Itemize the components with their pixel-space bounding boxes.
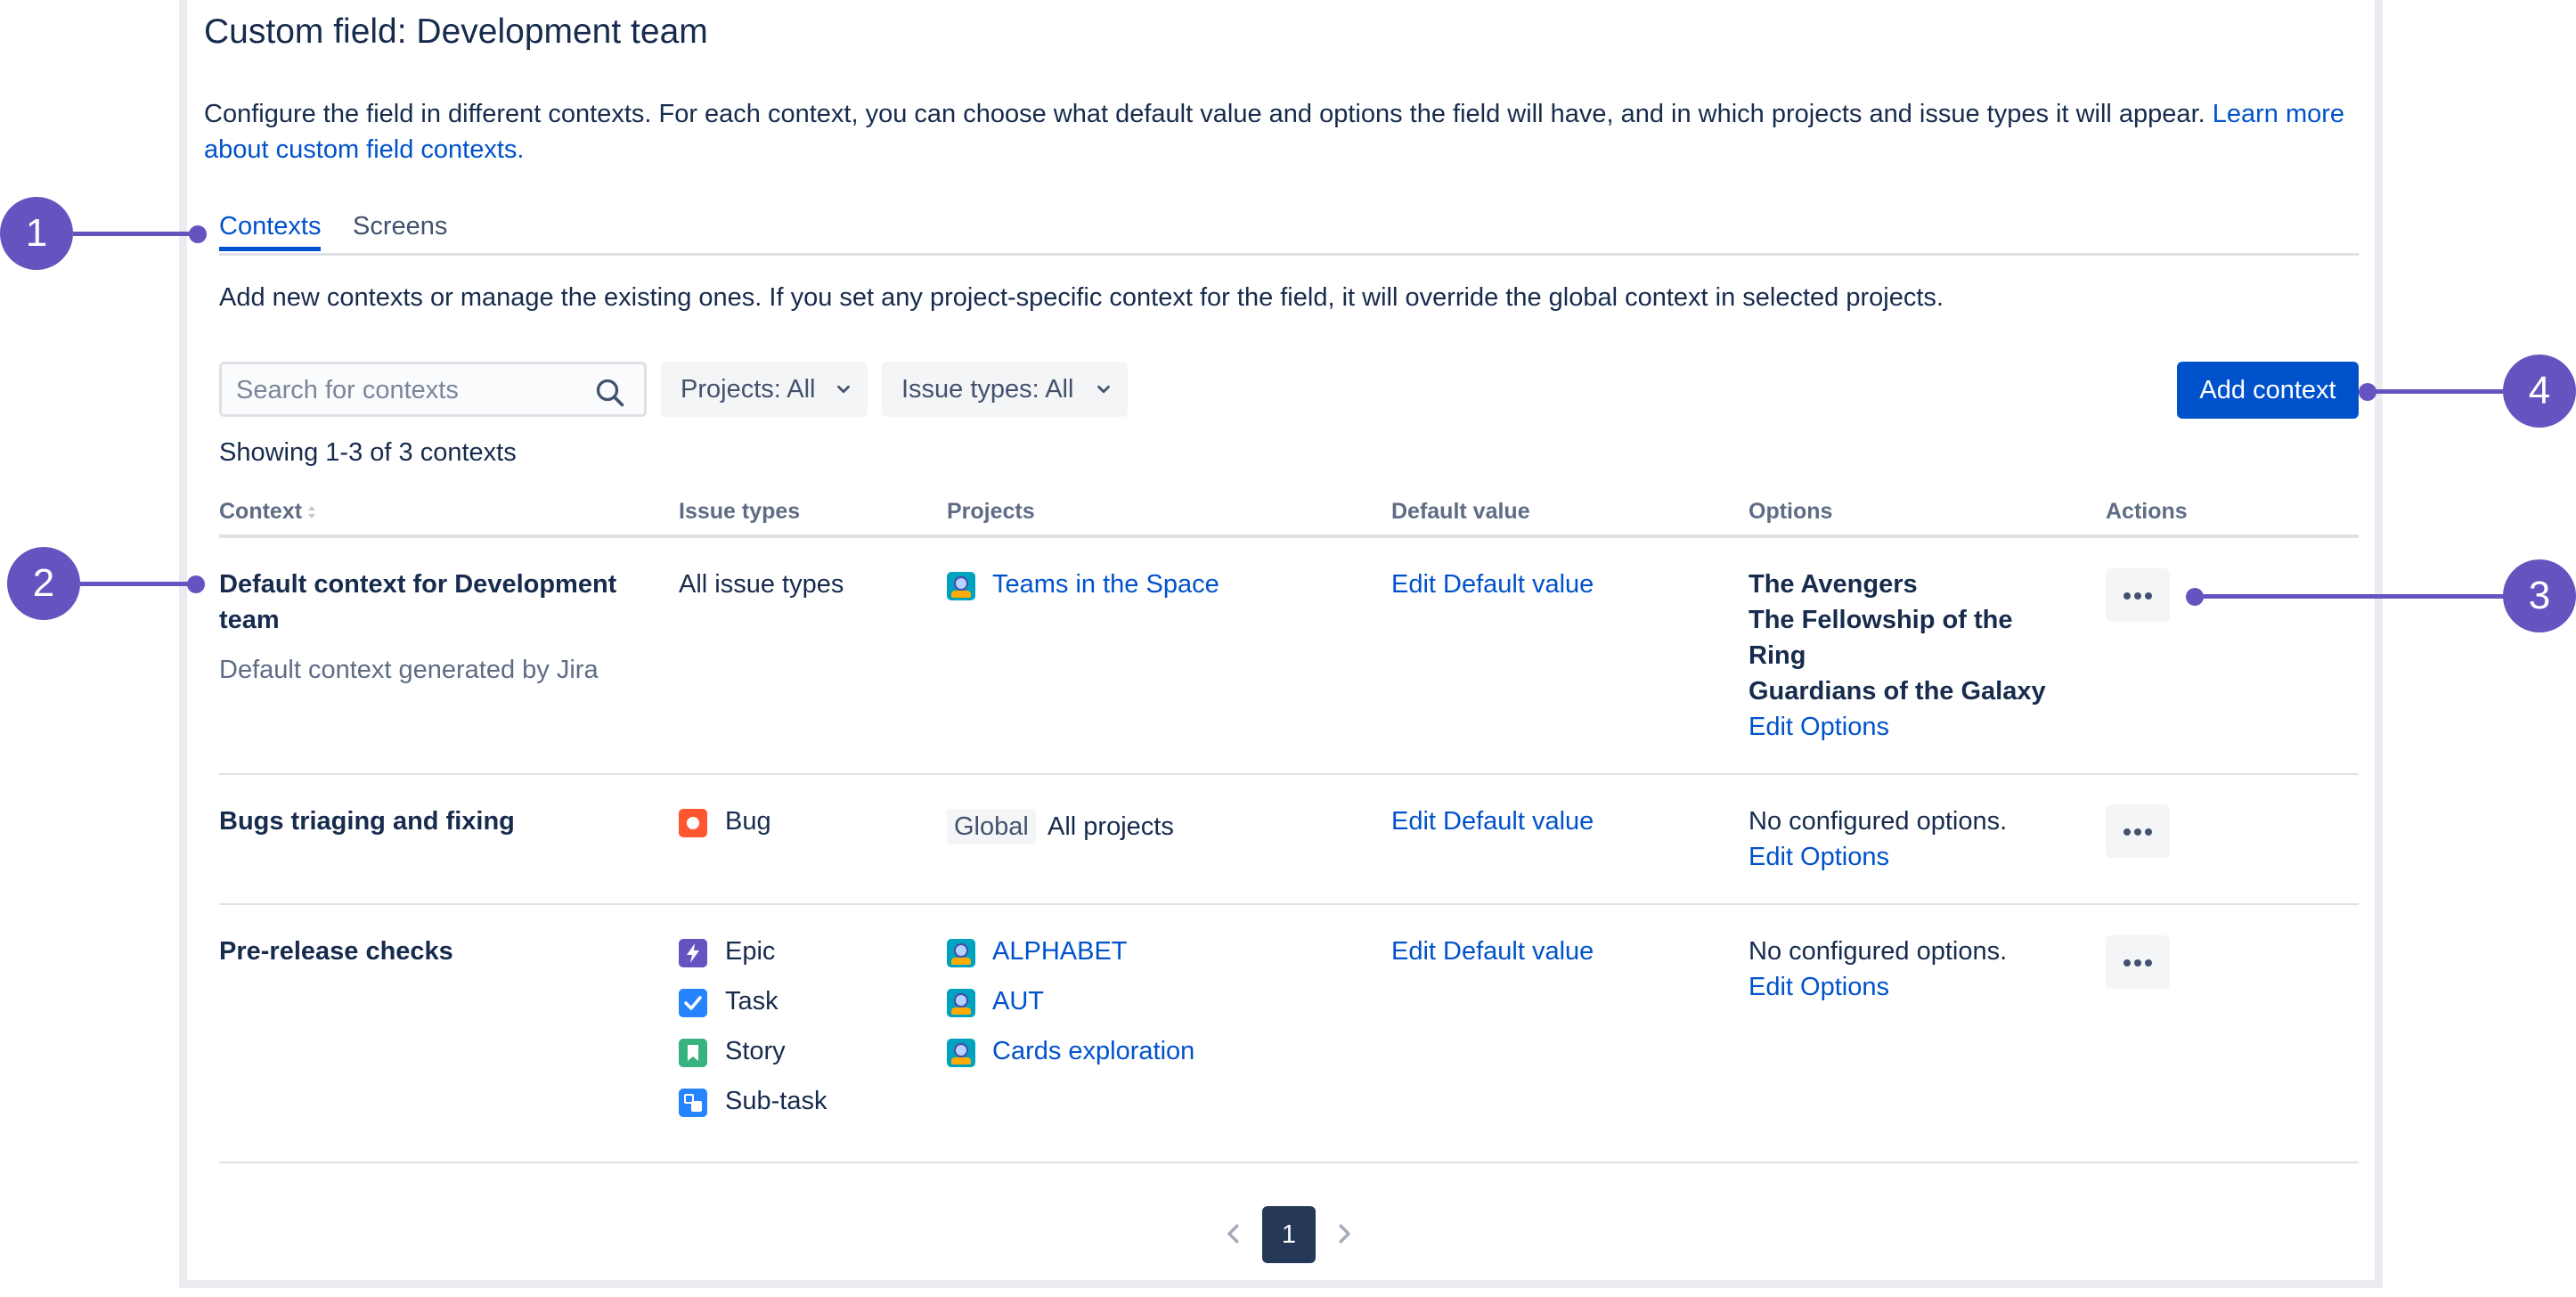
column-header-default-value: Default value [1391, 499, 1530, 524]
context-name: Default context for Development [219, 570, 617, 599]
table-bottom-divider [219, 1162, 2359, 1163]
column-header-context[interactable]: Context [219, 499, 316, 525]
project-avatar-icon [947, 989, 975, 1017]
callout-line [2373, 389, 2505, 394]
edit-options-link[interactable]: Edit Options [1749, 843, 1889, 872]
pagination-current-page[interactable]: 1 [1262, 1206, 1316, 1263]
issue-type-label: Bug [725, 807, 771, 836]
callout-line [73, 232, 198, 236]
edit-options-link[interactable]: Edit Options [1749, 973, 1889, 1002]
option-item: The Avengers [1749, 570, 1918, 599]
no-options-text: No configured options. [1749, 937, 2008, 966]
edit-default-value-link[interactable]: Edit Default value [1391, 807, 1594, 836]
issue-types-filter-label: Issue types: All [901, 375, 1074, 404]
task-icon [679, 989, 707, 1017]
context-name: Pre-release checks [219, 937, 453, 966]
column-header-issue-types: Issue types [679, 499, 801, 524]
callout-marker-2: 2 [7, 547, 80, 620]
row-divider [219, 773, 2359, 775]
bug-icon [679, 809, 707, 837]
add-context-button[interactable]: Add context [2177, 362, 2359, 419]
chevron-down-icon [837, 385, 850, 394]
description-text: Configure the field in different context… [204, 100, 2205, 128]
callout-line [80, 582, 196, 586]
project-avatar-icon [947, 572, 975, 600]
issue-types-filter-dropdown[interactable]: Issue types: All [882, 362, 1128, 417]
row-divider [219, 903, 2359, 905]
column-header-actions: Actions [2106, 499, 2188, 524]
results-count: Showing 1-3 of 3 contexts [219, 438, 517, 467]
callout-marker-3: 3 [2503, 559, 2576, 632]
more-actions-button[interactable] [2106, 568, 2170, 622]
project-link[interactable]: Teams in the Space [992, 570, 1219, 600]
more-actions-button[interactable] [2106, 935, 2170, 989]
callout-marker-4: 4 [2503, 355, 2576, 428]
issue-type-label: Task [725, 987, 779, 1016]
project-avatar-icon [947, 1039, 975, 1067]
tab-contexts[interactable]: Contexts [219, 207, 322, 251]
issue-type-label: Story [725, 1037, 786, 1065]
search-input[interactable] [234, 371, 585, 409]
issue-type-label: All issue types [679, 570, 844, 599]
project-link[interactable]: AUT [992, 987, 1044, 1016]
more-actions-button[interactable] [2106, 804, 2170, 858]
project-link[interactable]: Cards exploration [992, 1037, 1194, 1066]
search-icon[interactable] [594, 377, 626, 409]
edit-default-value-link[interactable]: Edit Default value [1391, 937, 1594, 967]
chevron-left-icon[interactable] [1220, 1220, 1247, 1247]
chevron-right-icon[interactable] [1331, 1220, 1357, 1247]
callout-line [2200, 594, 2505, 599]
epic-icon [679, 939, 707, 967]
story-icon [679, 1039, 707, 1067]
table-header-divider [219, 534, 2359, 538]
page-title: Custom field: Development team [204, 12, 708, 51]
edit-default-value-link[interactable]: Edit Default value [1391, 570, 1594, 600]
page-frame [179, 0, 2383, 1288]
callout-dot [187, 575, 205, 593]
project-link[interactable]: ALPHABET [992, 937, 1128, 967]
context-name-continued: team [219, 606, 280, 634]
column-header-label: Context [219, 499, 303, 524]
projects-filter-dropdown[interactable]: Projects: All [661, 362, 868, 417]
issue-type-label: Epic [725, 937, 776, 966]
callout-marker-1: 1 [0, 197, 73, 270]
subtask-icon [679, 1089, 707, 1117]
sort-icon [308, 506, 316, 519]
callout-dot [2186, 588, 2204, 606]
chevron-down-icon [1097, 385, 1110, 394]
contexts-description: Add new contexts or manage the existing … [219, 283, 1944, 312]
tab-screens[interactable]: Screens [353, 207, 447, 246]
projects-filter-label: Projects: All [681, 375, 816, 404]
column-header-options: Options [1749, 499, 1833, 524]
option-item: The Fellowship of the [1749, 606, 2013, 634]
no-options-text: No configured options. [1749, 807, 2008, 836]
project-avatar-icon [947, 939, 975, 967]
column-header-projects: Projects [947, 499, 1035, 524]
all-projects-label: All projects [1048, 812, 1174, 841]
global-badge: Global [947, 809, 1036, 844]
search-box [219, 362, 647, 417]
callout-dot [2359, 383, 2376, 401]
context-name: Bugs triaging and fixing [219, 807, 515, 836]
tab-bar: Contexts Screens [219, 207, 2359, 256]
edit-options-link[interactable]: Edit Options [1749, 713, 1889, 742]
option-item: Ring [1749, 641, 1806, 670]
callout-dot [189, 225, 207, 243]
context-subtitle: Default context generated by Jira [219, 656, 599, 684]
page-description: Configure the field in different context… [204, 96, 2368, 167]
option-item: Guardians of the Galaxy [1749, 677, 2046, 706]
issue-type-label: Sub-task [725, 1087, 827, 1115]
